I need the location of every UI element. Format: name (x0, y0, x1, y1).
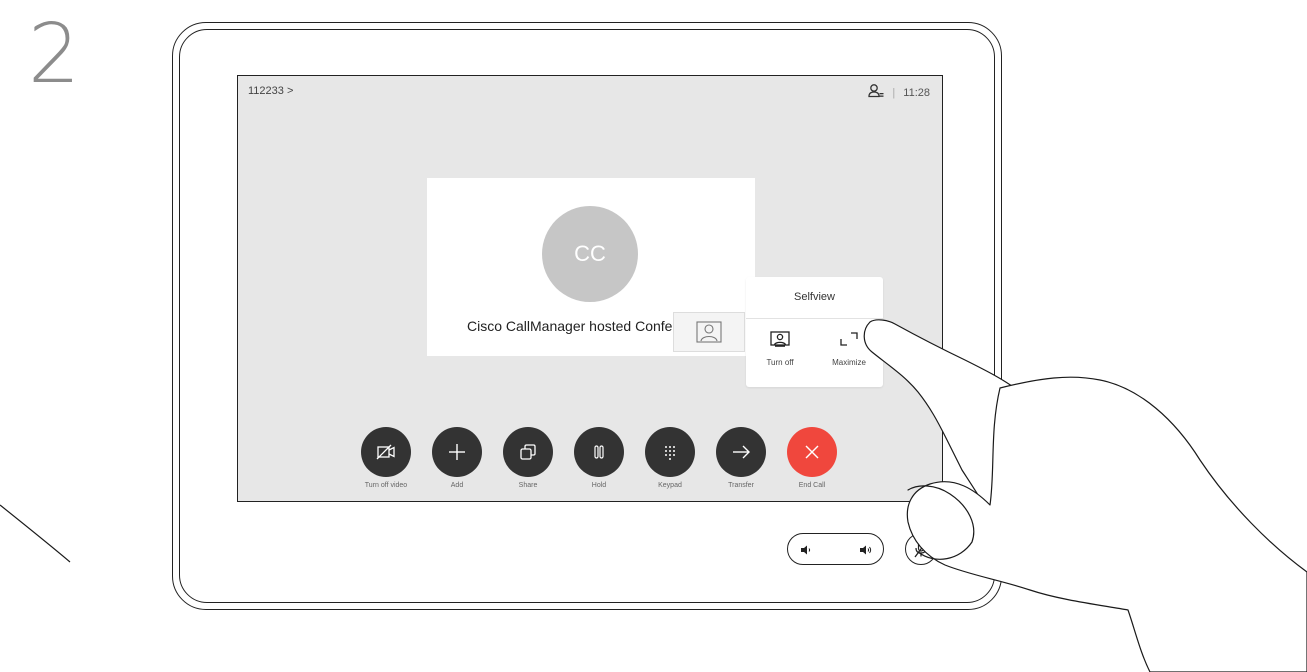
pointing-hand-illustration (0, 319, 1307, 672)
wrist-line (0, 504, 71, 563)
